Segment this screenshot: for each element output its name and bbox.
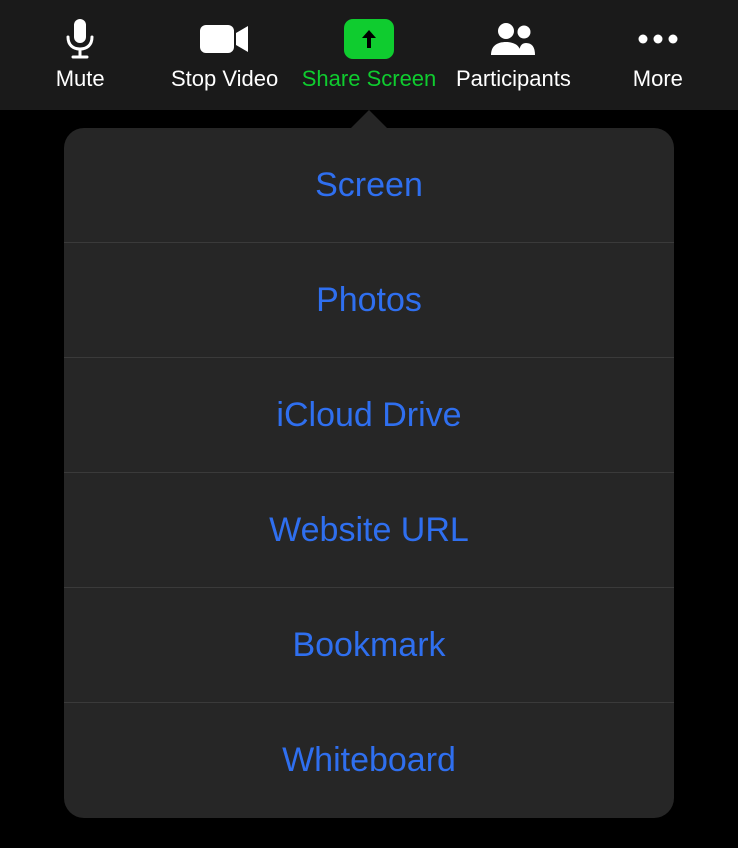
share-screen-icon	[344, 19, 394, 59]
share-option-photos[interactable]: Photos	[64, 243, 674, 358]
meeting-toolbar: Mute Stop Video Share Screen	[0, 0, 738, 110]
participants-icon	[489, 18, 537, 60]
participants-label: Participants	[456, 66, 571, 92]
share-option-label: Website URL	[269, 511, 469, 550]
share-option-label: iCloud Drive	[276, 396, 461, 435]
mute-label: Mute	[56, 66, 105, 92]
stop-video-label: Stop Video	[171, 66, 278, 92]
share-option-label: Photos	[316, 281, 422, 320]
more-button[interactable]: More	[586, 18, 730, 92]
video-camera-icon	[200, 18, 250, 60]
more-icon	[637, 18, 679, 60]
share-option-screen[interactable]: Screen	[64, 128, 674, 243]
participants-button[interactable]: Participants	[441, 18, 585, 92]
mute-button[interactable]: Mute	[8, 18, 152, 92]
share-screen-menu: Screen Photos iCloud Drive Website URL B…	[64, 110, 674, 818]
share-screen-button[interactable]: Share Screen	[297, 18, 441, 92]
stop-video-button[interactable]: Stop Video	[152, 18, 296, 92]
share-option-label: Bookmark	[292, 626, 445, 665]
share-option-icloud-drive[interactable]: iCloud Drive	[64, 358, 674, 473]
share-option-website-url[interactable]: Website URL	[64, 473, 674, 588]
popover-arrow	[351, 110, 387, 128]
share-option-whiteboard[interactable]: Whiteboard	[64, 703, 674, 818]
share-options-list: Screen Photos iCloud Drive Website URL B…	[64, 128, 674, 818]
share-option-label: Screen	[315, 166, 423, 205]
share-screen-label: Share Screen	[302, 66, 437, 92]
microphone-icon	[65, 18, 95, 60]
more-label: More	[633, 66, 683, 92]
share-option-bookmark[interactable]: Bookmark	[64, 588, 674, 703]
share-option-label: Whiteboard	[282, 741, 456, 780]
